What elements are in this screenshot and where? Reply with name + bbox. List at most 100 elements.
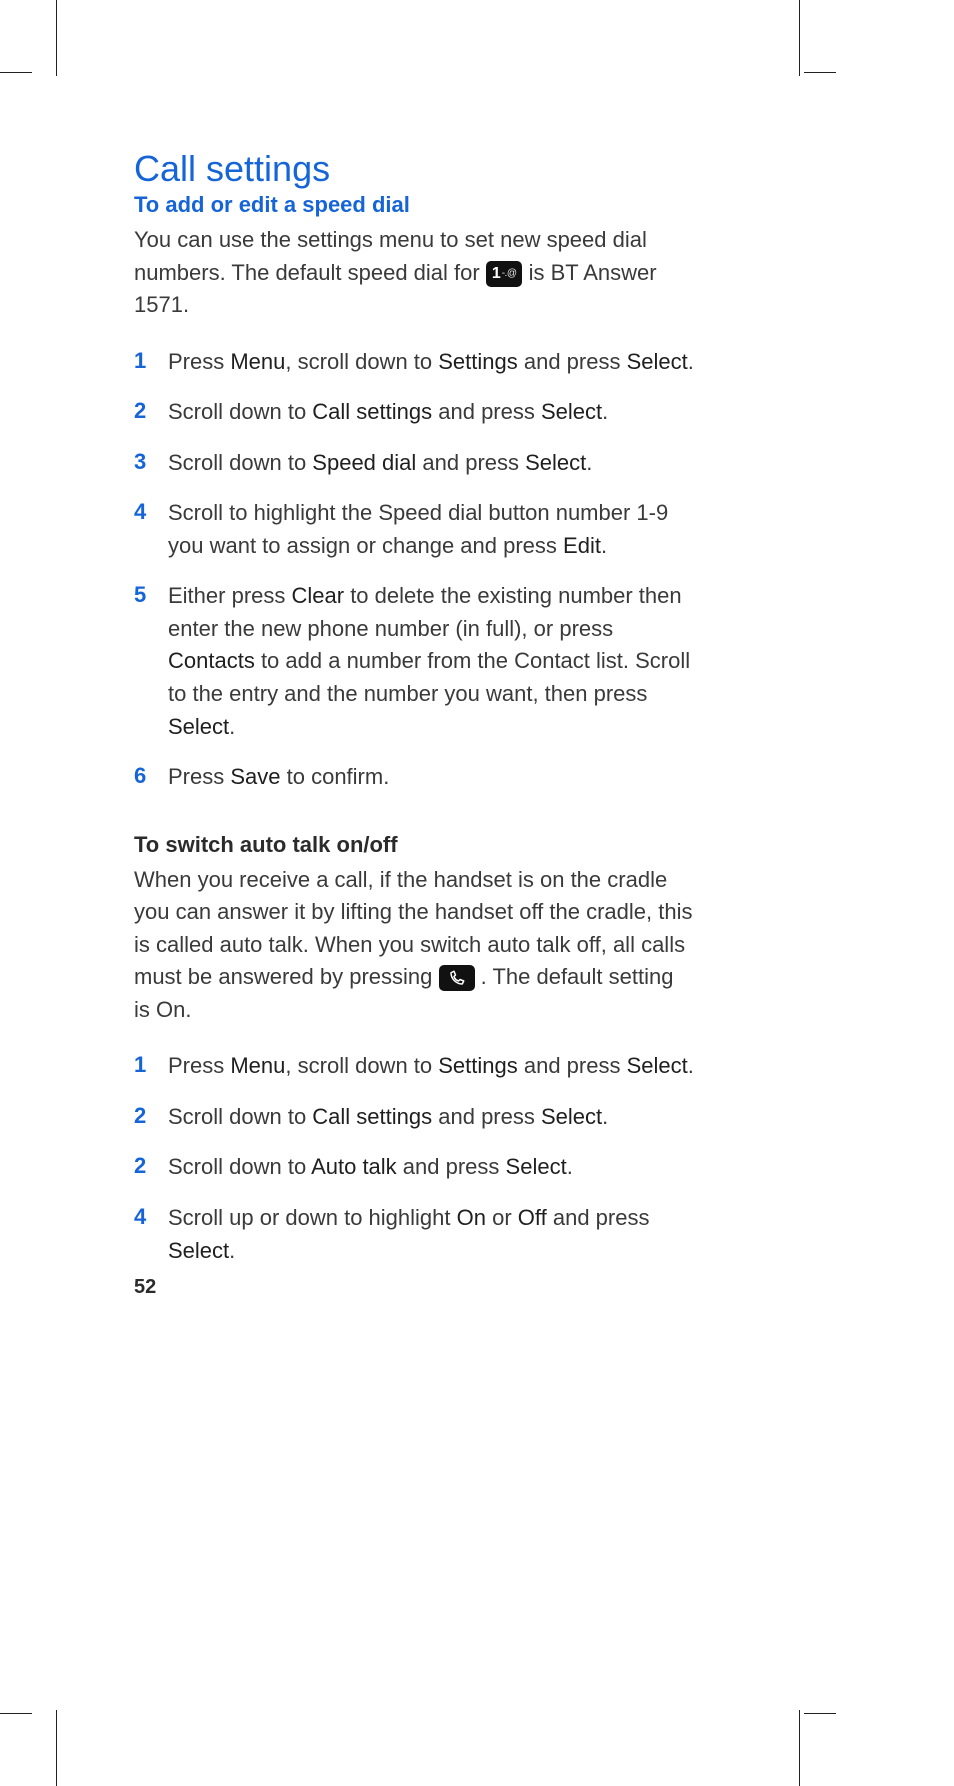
- step-number: 6: [134, 761, 168, 792]
- step-number: 2: [134, 396, 168, 427]
- step-text: Press Save to confirm.: [168, 761, 694, 794]
- text-fragment: and press: [518, 1053, 627, 1078]
- text-fragment: and press: [432, 1104, 541, 1129]
- text-fragment: .: [602, 399, 608, 424]
- crop-mark: [804, 1713, 836, 1714]
- text-fragment: Scroll down to: [168, 1154, 311, 1179]
- intro-keyword: On: [156, 997, 185, 1022]
- step-number: 2: [134, 1101, 168, 1132]
- step-item: 2Scroll down to Call settings and press …: [134, 396, 694, 429]
- keyword: Select: [627, 349, 688, 374]
- step-text: Press Menu, scroll down to Settings and …: [168, 346, 694, 379]
- key-number: 1: [492, 266, 501, 282]
- step-item: 5Either press Clear to delete the existi…: [134, 580, 694, 743]
- text-fragment: and press: [397, 1154, 506, 1179]
- crop-mark: [799, 1710, 800, 1786]
- step-item: 4Scroll to highlight the Speed dial butt…: [134, 497, 694, 562]
- text-fragment: and press: [432, 399, 541, 424]
- keyword: Select: [506, 1154, 567, 1179]
- step-text: Scroll to highlight the Speed dial butto…: [168, 497, 694, 562]
- text-fragment: .: [567, 1154, 573, 1179]
- step-item: 2Scroll down to Auto talk and press Sele…: [134, 1151, 694, 1184]
- text-fragment: Scroll up or down to highlight: [168, 1205, 457, 1230]
- keyword: Menu: [230, 1053, 285, 1078]
- keyword: Select: [541, 1104, 602, 1129]
- step-text: Scroll down to Speed dial and press Sele…: [168, 447, 694, 480]
- step-number: 2: [134, 1151, 168, 1182]
- intro-text: .: [185, 997, 191, 1022]
- crop-mark: [799, 0, 800, 76]
- text-fragment: Scroll down to: [168, 1104, 312, 1129]
- keyword: Menu: [230, 349, 285, 374]
- page-title: Call settings: [134, 148, 694, 190]
- text-fragment: and press: [518, 349, 627, 374]
- keyword: Select: [168, 1238, 229, 1263]
- keyword: Call settings: [312, 399, 432, 424]
- section-heading-auto-talk: To switch auto talk on/off: [134, 832, 694, 858]
- text-fragment: Press: [168, 1053, 230, 1078]
- text-fragment: .: [688, 1053, 694, 1078]
- page-content: Call settings To add or edit a speed dia…: [134, 148, 694, 1285]
- step-text: Scroll down to Call settings and press S…: [168, 1101, 694, 1134]
- step-text: Press Menu, scroll down to Settings and …: [168, 1050, 694, 1083]
- keyword: Call settings: [312, 1104, 432, 1129]
- text-fragment: .: [602, 1104, 608, 1129]
- step-text: Scroll up or down to highlight On or Off…: [168, 1202, 694, 1267]
- keyword: Contacts: [168, 648, 255, 673]
- step-number: 5: [134, 580, 168, 611]
- page-number: 52: [134, 1276, 156, 1299]
- section-intro-speed-dial: You can use the settings menu to set new…: [134, 224, 694, 322]
- text-fragment: and press: [547, 1205, 650, 1230]
- text-fragment: and press: [416, 450, 525, 475]
- step-number: 4: [134, 497, 168, 528]
- key-one-icon: 1-.@: [486, 261, 523, 287]
- keyword: Auto talk: [311, 1154, 397, 1179]
- step-number: 3: [134, 447, 168, 478]
- text-fragment: Scroll down to: [168, 450, 312, 475]
- keyword: Clear: [292, 583, 345, 608]
- step-text: Either press Clear to delete the existin…: [168, 580, 694, 743]
- text-fragment: Press: [168, 349, 230, 374]
- key-symbols: -.@: [502, 269, 517, 279]
- text-fragment: .: [229, 714, 235, 739]
- text-fragment: to confirm.: [281, 764, 390, 789]
- step-number: 4: [134, 1202, 168, 1233]
- steps-list-auto-talk: 1Press Menu, scroll down to Settings and…: [134, 1050, 694, 1267]
- crop-mark: [804, 72, 836, 73]
- section-intro-auto-talk: When you receive a call, if the handset …: [134, 864, 694, 1027]
- text-fragment: .: [601, 533, 607, 558]
- steps-list-speed-dial: 1Press Menu, scroll down to Settings and…: [134, 346, 694, 794]
- step-item: 4Scroll up or down to highlight On or Of…: [134, 1202, 694, 1267]
- keyword: On: [457, 1205, 486, 1230]
- keyword: Save: [230, 764, 280, 789]
- step-item: 1Press Menu, scroll down to Settings and…: [134, 1050, 694, 1083]
- text-fragment: .: [688, 349, 694, 374]
- keyword: Select: [627, 1053, 688, 1078]
- step-text: Scroll down to Auto talk and press Selec…: [168, 1151, 694, 1184]
- text-fragment: .: [229, 1238, 235, 1263]
- step-item: 1Press Menu, scroll down to Settings and…: [134, 346, 694, 379]
- crop-mark: [56, 1710, 57, 1786]
- crop-mark: [56, 0, 57, 76]
- step-number: 1: [134, 1050, 168, 1081]
- step-text: Scroll down to Call settings and press S…: [168, 396, 694, 429]
- keyword: Select: [525, 450, 586, 475]
- step-item: 3Scroll down to Speed dial and press Sel…: [134, 447, 694, 480]
- step-number: 1: [134, 346, 168, 377]
- text-fragment: Either press: [168, 583, 292, 608]
- step-item: 6Press Save to confirm.: [134, 761, 694, 794]
- keyword: Edit: [563, 533, 601, 558]
- text-fragment: , scroll down to: [285, 1053, 438, 1078]
- keyword: Select: [541, 399, 602, 424]
- keyword: Select: [168, 714, 229, 739]
- keyword: Off: [518, 1205, 547, 1230]
- text-fragment: , scroll down to: [285, 349, 438, 374]
- text-fragment: Scroll down to: [168, 399, 312, 424]
- talk-key-icon: [439, 965, 475, 991]
- crop-mark: [0, 1713, 32, 1714]
- section-heading-speed-dial: To add or edit a speed dial: [134, 192, 694, 218]
- keyword: Settings: [438, 1053, 518, 1078]
- step-item: 2Scroll down to Call settings and press …: [134, 1101, 694, 1134]
- text-fragment: Press: [168, 764, 230, 789]
- text-fragment: or: [486, 1205, 518, 1230]
